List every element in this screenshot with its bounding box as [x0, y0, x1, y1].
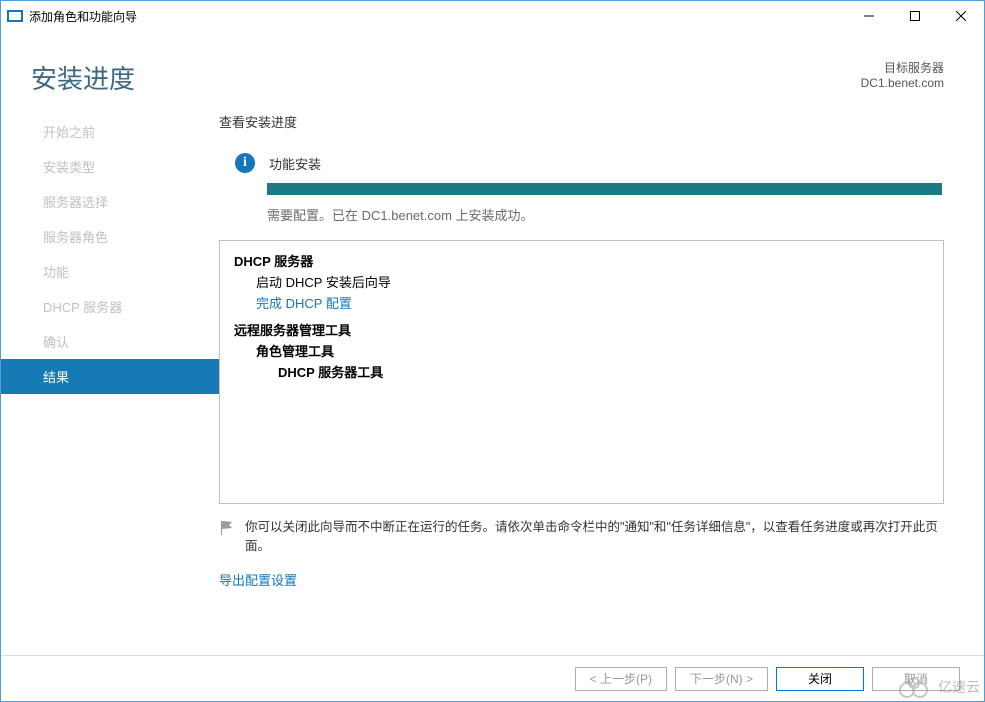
sidebar-item-label: 结果	[43, 370, 69, 385]
tip-text: 你可以关闭此向导而不中断正在运行的任务。请依次单击命令栏中的"通知"和"任务详细…	[245, 518, 944, 556]
app-icon	[7, 8, 23, 24]
close-wizard-button[interactable]: 关闭	[776, 667, 864, 691]
result-dhcp-start: 启动 DHCP 安装后向导	[234, 272, 929, 291]
close-button[interactable]	[938, 1, 984, 31]
content: 查看安装进度 i 功能安装 需要配置。已在 DC1.benet.com 上安装成…	[219, 108, 944, 589]
target-label: 目标服务器	[861, 59, 944, 76]
content-title: 查看安装进度	[219, 112, 944, 131]
window-title: 添加角色和功能向导	[29, 8, 137, 25]
flag-icon	[219, 520, 235, 536]
page-title: 安装进度	[31, 59, 135, 96]
sidebar-item-dhcp: DHCP 服务器	[1, 289, 219, 324]
next-button: 下一步(N) >	[675, 667, 768, 691]
complete-dhcp-link[interactable]: 完成 DHCP 配置	[234, 293, 929, 312]
back-button: < 上一步(P)	[575, 667, 667, 691]
sidebar-item-label: 服务器选择	[43, 195, 108, 210]
info-row: i 功能安装	[235, 153, 944, 173]
sidebar-item-server-roles: 服务器角色	[1, 219, 219, 254]
sidebar-item-confirm: 确认	[1, 324, 219, 359]
sidebar-item-before-begin: 开始之前	[1, 114, 219, 149]
result-role-tools: 角色管理工具	[234, 341, 929, 360]
results-box: DHCP 服务器 启动 DHCP 安装后向导 完成 DHCP 配置 远程服务器管…	[219, 240, 944, 504]
sidebar-item-label: 服务器角色	[43, 230, 108, 245]
result-dhcp-server: DHCP 服务器	[234, 251, 929, 270]
footer: < 上一步(P) 下一步(N) > 关闭 取消	[1, 655, 984, 701]
main: 开始之前 安装类型 服务器选择 服务器角色 功能 DHCP 服务器 确认 结果 …	[1, 108, 984, 589]
result-dhcp-tools: DHCP 服务器工具	[234, 362, 929, 381]
titlebar: 添加角色和功能向导	[1, 1, 984, 31]
sidebar: 开始之前 安装类型 服务器选择 服务器角色 功能 DHCP 服务器 确认 结果	[1, 108, 219, 589]
sidebar-item-server-select: 服务器选择	[1, 184, 219, 219]
sidebar-item-label: DHCP 服务器	[43, 300, 122, 315]
target-server-box: 目标服务器 DC1.benet.com	[861, 59, 944, 90]
cancel-button: 取消	[872, 667, 960, 691]
tip-row: 你可以关闭此向导而不中断正在运行的任务。请依次单击命令栏中的"通知"和"任务详细…	[219, 518, 944, 556]
export-settings-link[interactable]: 导出配置设置	[219, 570, 944, 589]
progress-bar	[267, 183, 942, 195]
result-rsat: 远程服务器管理工具	[234, 320, 929, 339]
minimize-button[interactable]	[846, 1, 892, 31]
maximize-button[interactable]	[892, 1, 938, 31]
sidebar-item-features: 功能	[1, 254, 219, 289]
target-server: DC1.benet.com	[861, 76, 944, 90]
window-controls	[846, 1, 984, 31]
sidebar-item-install-type: 安装类型	[1, 149, 219, 184]
sidebar-item-results: 结果	[1, 359, 219, 394]
header: 安装进度 目标服务器 DC1.benet.com	[1, 31, 984, 108]
info-icon: i	[235, 153, 255, 173]
sidebar-item-label: 确认	[43, 335, 69, 350]
sidebar-item-label: 安装类型	[43, 160, 95, 175]
info-text: 功能安装	[269, 154, 321, 173]
progress-message: 需要配置。已在 DC1.benet.com 上安装成功。	[267, 205, 944, 224]
sidebar-item-label: 开始之前	[43, 125, 95, 140]
sidebar-item-label: 功能	[43, 265, 69, 280]
